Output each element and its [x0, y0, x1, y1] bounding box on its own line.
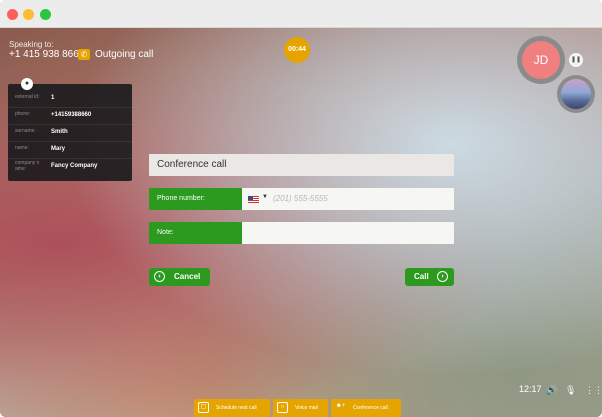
arrow-right-icon: ›	[437, 271, 448, 282]
info-value: Fancy Company	[51, 163, 98, 169]
note-label: Note:	[149, 222, 242, 244]
info-row-company: company n ame: Fancy Company	[8, 158, 132, 175]
info-value: +14159388660	[51, 112, 92, 118]
phone-number-label: Phone number:	[149, 188, 242, 210]
video-thumbnail[interactable]	[561, 79, 591, 109]
maximize-window-button[interactable]	[40, 9, 51, 20]
info-value: Smith	[51, 129, 68, 135]
user-icon: ●	[21, 78, 33, 90]
info-key: external id:	[15, 94, 40, 100]
pause-button[interactable]: ❚❚	[569, 53, 583, 67]
call-status: Outgoing call	[95, 49, 154, 60]
info-value: 1	[51, 95, 55, 101]
speaking-to-label: Speaking to:	[9, 40, 54, 49]
conference-call-button[interactable]: ☻+ Conference call	[331, 399, 401, 417]
arrow-left-icon: ‹	[154, 271, 165, 282]
phone-number-input[interactable]: ▼ (201) 555-5555	[242, 188, 454, 210]
info-row-external-id: external id: 1	[8, 90, 132, 108]
info-key: phone:	[15, 111, 31, 117]
phone-placeholder: (201) 555-5555	[273, 194, 328, 203]
speaker-icon[interactable]: 🔊	[546, 385, 557, 396]
cancel-button[interactable]: ‹ Cancel	[149, 268, 210, 286]
call-button-label: Call	[414, 272, 429, 281]
add-user-icon: ☻+	[335, 403, 346, 409]
avatar[interactable]: JD	[522, 41, 560, 79]
form-title: Conference call	[149, 154, 454, 176]
phone-icon: ✆	[78, 49, 90, 60]
schedule-next-call-button[interactable]: ▢ Schedule next call	[194, 399, 270, 417]
contact-info-card: ● external id: 1 phone: +14159388660 sur…	[8, 78, 132, 181]
info-key: company n ame:	[15, 160, 40, 172]
chevron-down-icon[interactable]: ▼	[262, 194, 268, 200]
info-row-phone: phone: +14159388660	[8, 107, 132, 125]
clock: 12:17	[519, 384, 542, 394]
voicemail-icon: ○	[277, 402, 288, 413]
call-screen: Speaking to: +1 415 938 8660 ✆ Outgoing …	[0, 28, 602, 417]
voice-mail-label: Voice mail	[295, 405, 318, 411]
calendar-icon: ▢	[198, 402, 209, 413]
cancel-button-label: Cancel	[174, 272, 201, 281]
conference-call-label: Conference call	[353, 405, 388, 411]
info-key: surname:	[15, 128, 36, 134]
info-value: Mary	[51, 146, 66, 152]
note-input[interactable]	[242, 222, 454, 244]
flag-canton	[248, 196, 253, 200]
info-row-name: name: Mary	[8, 141, 132, 159]
keypad-icon[interactable]: ⋮⋮	[585, 385, 602, 396]
schedule-next-call-label: Schedule next call	[216, 405, 257, 411]
microphone-icon[interactable]: 🎙	[565, 385, 576, 396]
info-row-surname: surname: Smith	[8, 124, 132, 142]
close-window-button[interactable]	[7, 9, 18, 20]
minimize-window-button[interactable]	[23, 9, 34, 20]
title-bar	[0, 0, 602, 28]
caller-phone-number: +1 415 938 8660	[9, 49, 85, 60]
app-window: Speaking to: +1 415 938 8660 ✆ Outgoing …	[0, 0, 602, 417]
voice-mail-button[interactable]: ○ Voice mail	[273, 399, 328, 417]
info-key: name:	[15, 145, 29, 151]
call-button[interactable]: Call ›	[405, 268, 454, 286]
call-timer: 00:44	[284, 37, 310, 63]
